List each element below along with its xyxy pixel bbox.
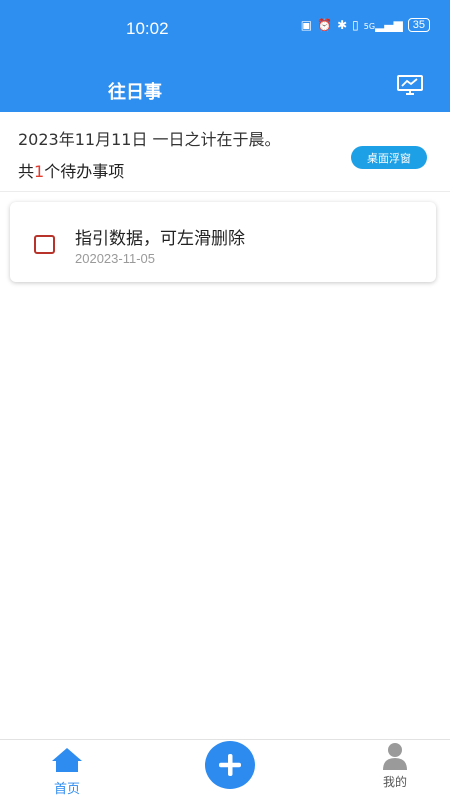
status-time: 10:02 [126,19,169,38]
person-icon [383,743,407,770]
home-icon [52,748,82,772]
page-title: 往日事 [108,82,162,103]
count-suffix: 个待办事项 [44,162,125,181]
todo-item[interactable]: 指引数据，可左滑删除 202023-11-05 [10,202,436,282]
todo-title: 指引数据，可左滑删除 [75,229,245,249]
vibrate-icon: ▯ [352,18,359,32]
nav-home-label: 首页 [53,782,80,797]
signal-icon: 5G▂▄▆ [363,18,403,32]
app-header: 10:02 ▣ ⏰ ✱ ▯ 5G▂▄▆ 35 往日事 [0,0,450,112]
alarm-icon: ⏰ [317,18,333,32]
bottom-nav-divider [0,739,450,740]
battery-icon: 35 [407,18,430,32]
date-quote: 2023年11月11日 一日之计在于晨。 [18,130,281,149]
desktop-widget-icon[interactable] [396,73,424,97]
desktop-float-button[interactable]: 桌面浮窗 [351,146,427,169]
divider [0,191,450,192]
nav-mine-label: 我的 [382,775,407,789]
count-prefix: 共 [18,162,35,181]
status-icons: ▣ ⏰ ✱ ▯ 5G▂▄▆ 35 [301,18,430,32]
nav-mine[interactable]: 我的 [370,741,420,790]
add-todo-button[interactable] [205,741,255,789]
count-number: 1 [34,162,45,181]
nav-home[interactable]: 首页 [40,746,94,797]
todo-checkbox[interactable] [34,235,55,254]
bluetooth-icon: ✱ [337,18,348,32]
plus-icon [219,754,241,776]
todo-count: 共1个待办事项 [18,158,124,182]
nfc-icon: ▣ [300,18,313,32]
todo-date: 202023-11-05 [75,251,155,266]
